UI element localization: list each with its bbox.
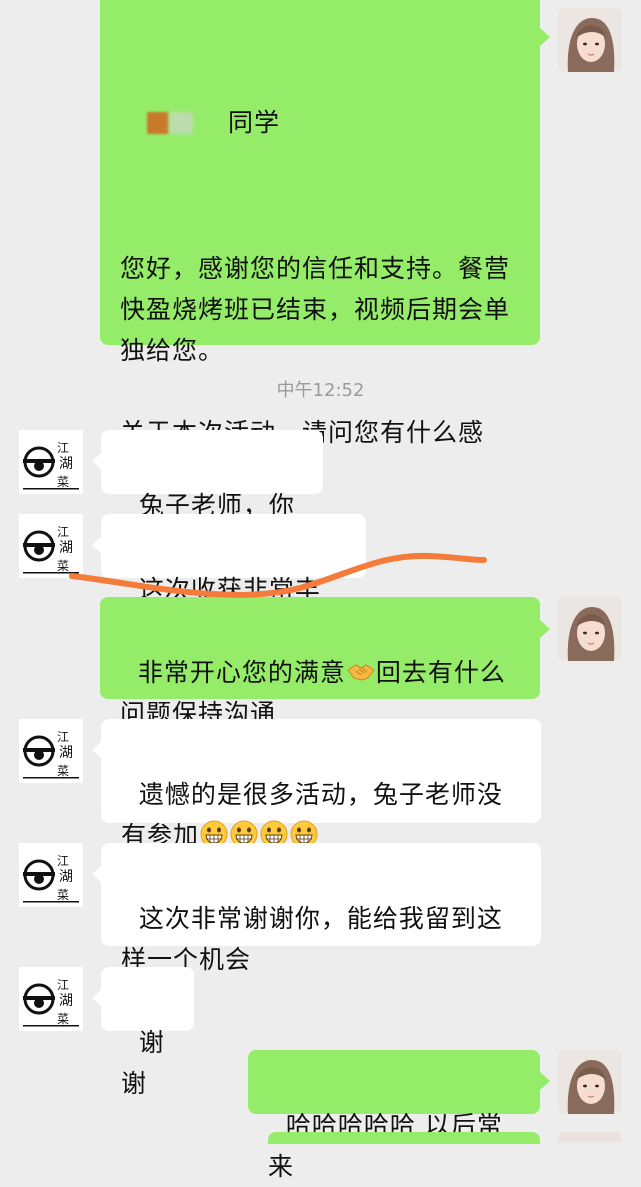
sender-mention: 同学 — [120, 102, 520, 144]
handshake-emoji-icon — [347, 664, 375, 681]
svg-text:菜: 菜 — [57, 475, 69, 489]
annotation-scribble — [69, 552, 487, 598]
user-avatar[interactable] — [558, 1050, 622, 1114]
message-text-part1: 非常开心您的满意 — [137, 658, 346, 687]
svg-text:江: 江 — [57, 525, 69, 539]
outgoing-message-bubble[interactable]: 哈哈哈哈哈 以后常来 — [248, 1050, 540, 1181]
svg-text:江: 江 — [57, 854, 69, 868]
svg-text:江: 江 — [57, 730, 69, 744]
message-text: 谢谢 — [121, 1028, 165, 1098]
blurred-name-icon — [147, 112, 169, 134]
svg-text:湖: 湖 — [59, 745, 73, 761]
svg-text:湖: 湖 — [59, 456, 73, 472]
jianghucai-logo-icon: 江 湖 菜 — [19, 430, 83, 494]
svg-text:湖: 湖 — [59, 869, 73, 885]
bubble-tail — [540, 620, 550, 638]
incoming-message-bubble[interactable]: 这次非常谢谢你，能给我留到这样一个机会 — [101, 843, 541, 974]
svg-text:江: 江 — [57, 441, 69, 455]
svg-text:湖: 湖 — [59, 993, 73, 1009]
bubble-tail — [540, 28, 550, 46]
incoming-message-bubble[interactable]: 遗憾的是很多活动，兔子老师没有参加 — [101, 719, 541, 850]
jianghucai-logo-icon: 江 湖 菜 — [19, 719, 83, 783]
svg-text:菜: 菜 — [57, 1012, 69, 1026]
bubble-tail — [540, 1072, 550, 1090]
svg-text:江: 江 — [57, 978, 69, 992]
svg-text:菜: 菜 — [57, 888, 69, 902]
user-avatar-partial[interactable] — [558, 1132, 622, 1142]
jianghucai-logo-icon: 江 湖 菜 — [19, 843, 83, 907]
contact-avatar[interactable]: 江 湖 菜 — [19, 719, 83, 783]
svg-text:菜: 菜 — [57, 764, 69, 778]
timestamp: 中午12:52 — [276, 380, 365, 401]
outgoing-message-bubble-partial[interactable] — [268, 1132, 540, 1144]
message-text: 哈哈哈哈哈 以后常来 — [268, 1111, 503, 1181]
outgoing-message-bubble[interactable]: 同学 您好，感谢您的信任和支持。餐营快盈烧烤班已结束，视频后期会单独给您。 关于… — [100, 0, 540, 488]
user-avatar[interactable] — [558, 8, 622, 72]
incoming-message-bubble[interactable]: 兔子老师，你好 — [101, 430, 323, 561]
girl-avatar-icon — [558, 1050, 622, 1114]
contact-avatar[interactable]: 江 湖 菜 — [19, 430, 83, 494]
contact-avatar[interactable]: 江 湖 菜 — [19, 843, 83, 907]
contact-avatar[interactable]: 江 湖 菜 — [19, 967, 83, 1031]
jianghucai-logo-icon: 江 湖 菜 — [19, 967, 83, 1031]
incoming-message-bubble[interactable]: 谢谢 — [101, 967, 194, 1098]
girl-avatar-icon — [558, 8, 622, 72]
message-text: 这次非常谢谢你，能给我留到这样一个机会 — [121, 904, 503, 974]
sender-name: 同学 — [228, 108, 281, 137]
blurred-name-icon-2 — [169, 112, 193, 134]
